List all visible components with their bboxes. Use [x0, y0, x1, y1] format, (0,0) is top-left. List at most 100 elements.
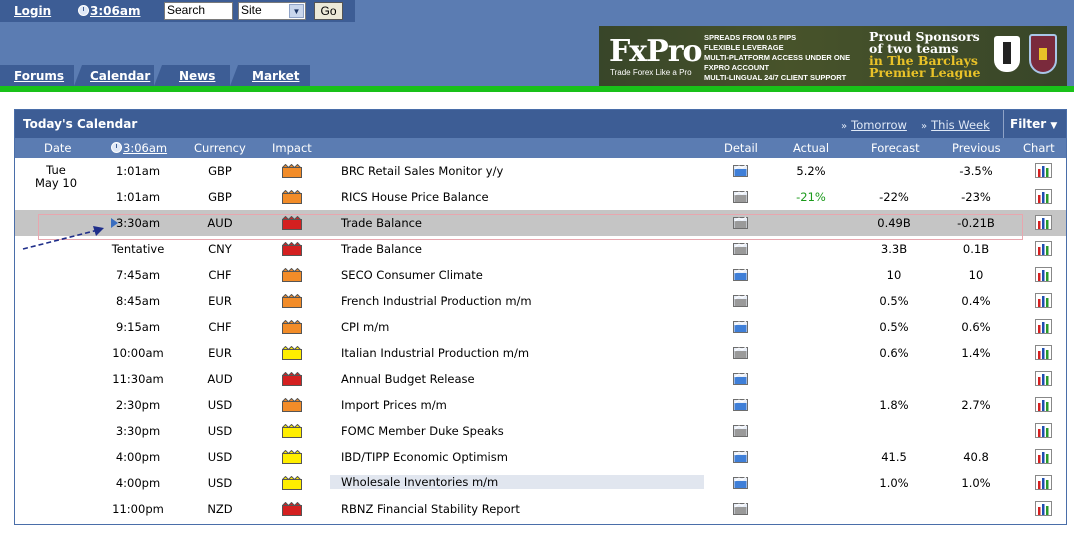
nav-divider [74, 65, 82, 86]
event-name[interactable]: Wholesale Inventories m/m [330, 475, 704, 489]
detail-folder-icon[interactable] [733, 267, 748, 281]
bar-chart-icon[interactable] [1035, 475, 1052, 490]
filter-button[interactable]: Filter ▼ [1003, 110, 1066, 138]
go-button[interactable]: Go [314, 2, 343, 20]
event-time: 2:30pm [115, 398, 161, 412]
advertisement-banner[interactable]: FxPro Trade Forex Like a Pro SPREADS FRO… [599, 26, 1067, 86]
table-row[interactable]: 9:15am CHF CPI m/m 0.5% 0.6% [15, 314, 1066, 340]
club-crest-icon [1029, 34, 1057, 74]
event-forecast: 0.5% [879, 320, 909, 334]
event-name[interactable]: Trade Balance [341, 242, 422, 256]
event-name[interactable]: IBD/TIPP Economic Optimism [341, 450, 508, 464]
tomorrow-link[interactable]: » Tomorrow [841, 118, 907, 132]
bar-chart-icon[interactable] [1035, 371, 1052, 386]
detail-folder-icon[interactable] [733, 319, 748, 333]
table-row[interactable]: 3:30am AUD Trade Balance 0.49B -0.21B [15, 210, 1066, 236]
bar-chart-icon[interactable] [1035, 449, 1052, 464]
bar-chart-icon[interactable] [1035, 163, 1052, 178]
col-time[interactable]: 3:06am [111, 141, 167, 155]
column-headers: Date 3:06am Currency Impact Detail Actua… [15, 138, 1066, 158]
detail-folder-icon[interactable] [733, 345, 748, 359]
event-name[interactable]: CPI m/m [341, 320, 389, 334]
bar-chart-icon[interactable] [1035, 345, 1052, 360]
table-row[interactable]: 3:30pm USD FOMC Member Duke Speaks [15, 418, 1066, 444]
event-currency: EUR [208, 346, 232, 360]
detail-folder-icon[interactable] [733, 397, 748, 411]
annotation-arrow-icon [22, 226, 104, 250]
login-link[interactable]: Login [14, 4, 51, 18]
bar-chart-icon[interactable] [1035, 189, 1052, 204]
nav-news[interactable]: News [179, 69, 215, 83]
ad-sponsor-text: Proud Sponsors of two teams in The Barcl… [869, 30, 981, 80]
col-currency: Currency [194, 141, 246, 155]
table-row[interactable]: 11:30am AUD Annual Budget Release [15, 366, 1066, 392]
table-row[interactable]: 4:00pm USD IBD/TIPP Economic Optimism 41.5 4… [15, 444, 1066, 470]
event-name[interactable]: Italian Industrial Production m/m [341, 346, 529, 360]
event-name[interactable]: Trade Balance [341, 216, 422, 230]
club-crest-icon [994, 36, 1020, 72]
calendar-titlebar: Today's Calendar » Tomorrow » This Week Fi… [15, 110, 1066, 138]
event-name[interactable]: Annual Budget Release [341, 372, 475, 386]
table-row[interactable]: Tentative CNY Trade Balance 3.3B 0.1B [15, 236, 1066, 262]
table-row[interactable]: 1:01am GBP RICS House Price Balance -21% -22… [15, 184, 1066, 210]
detail-folder-icon[interactable] [733, 423, 748, 437]
bar-chart-icon[interactable] [1035, 267, 1052, 282]
ad-features: SPREADS FROM 0.5 PIPS FLEXIBLE LEVERAGE … [704, 33, 850, 83]
event-name[interactable]: SECO Consumer Climate [341, 268, 483, 282]
bar-chart-icon[interactable] [1035, 319, 1052, 334]
detail-folder-icon[interactable] [733, 215, 748, 229]
table-row[interactable]: 1:01am GBP BRC Retail Sales Monitor y/y 5.2… [15, 158, 1066, 184]
detail-folder-icon[interactable] [733, 475, 748, 489]
search-input[interactable]: Search [164, 2, 233, 20]
event-currency: EUR [208, 294, 232, 308]
table-row[interactable]: 2:30pm USD Import Prices m/m 1.8% 2.7% [15, 392, 1066, 418]
bar-chart-icon[interactable] [1035, 215, 1052, 230]
event-name[interactable]: FOMC Member Duke Speaks [341, 424, 504, 438]
nav-market[interactable]: Market [252, 69, 300, 83]
bar-chart-icon[interactable] [1035, 501, 1052, 516]
bar-chart-icon[interactable] [1035, 397, 1052, 412]
event-name[interactable]: BRC Retail Sales Monitor y/y [341, 164, 503, 178]
detail-folder-icon[interactable] [733, 371, 748, 385]
bar-chart-icon[interactable] [1035, 423, 1052, 438]
detail-folder-icon[interactable] [733, 293, 748, 307]
event-name[interactable]: RICS House Price Balance [341, 190, 489, 204]
clock-icon [111, 142, 122, 153]
event-forecast: 1.0% [879, 476, 909, 490]
table-row[interactable]: 11:00pm NZD RBNZ Financial Stability Repor… [15, 496, 1066, 522]
nav-forums[interactable]: Forums [14, 69, 64, 83]
ad-sponsor-line: Premier League [869, 65, 981, 80]
event-name[interactable]: RBNZ Financial Stability Report [341, 502, 520, 516]
nav-calendar[interactable]: Calendar [90, 69, 150, 83]
this-week-link[interactable]: » This Week [921, 118, 990, 132]
nav-divider [154, 65, 162, 86]
bar-chart-icon[interactable] [1035, 241, 1052, 256]
event-currency: CHF [208, 320, 232, 334]
bar-chart-icon[interactable] [1035, 293, 1052, 308]
table-row[interactable]: 10:00am EUR Italian Industrial Production … [15, 340, 1066, 366]
table-row[interactable]: 7:45am CHF SECO Consumer Climate 10 10 [15, 262, 1066, 288]
site-select[interactable]: Site ▼ [238, 2, 306, 20]
impact-medium-icon [282, 164, 302, 178]
event-time: 11:30am [112, 372, 164, 386]
ad-feature: MULTI-LINGUAL 24/7 CLIENT SUPPORT [704, 73, 847, 82]
event-name[interactable]: Import Prices m/m [341, 398, 447, 412]
clock-icon [78, 5, 89, 16]
event-name[interactable]: French Industrial Production m/m [341, 294, 532, 308]
detail-folder-icon[interactable] [733, 449, 748, 463]
clock-link[interactable]: 3:06am [78, 4, 140, 18]
event-actual: 5.2% [796, 164, 826, 178]
event-forecast: 10 [886, 268, 902, 282]
event-previous: 40.8 [963, 450, 989, 464]
detail-folder-icon[interactable] [733, 501, 748, 515]
detail-folder-icon[interactable] [733, 163, 748, 177]
table-row[interactable]: 8:45am EUR French Industrial Production m/… [15, 288, 1066, 314]
table-row[interactable]: 4:00pm USD Wholesale Inventories m/m 1.0% 1.… [15, 470, 1066, 496]
event-time: 9:15am [115, 320, 161, 334]
event-currency: AUD [207, 216, 233, 230]
detail-folder-icon[interactable] [733, 189, 748, 203]
event-forecast: 0.6% [879, 346, 909, 360]
event-currency: USD [207, 476, 233, 490]
event-previous: -0.21B [957, 216, 995, 230]
detail-folder-icon[interactable] [733, 241, 748, 255]
